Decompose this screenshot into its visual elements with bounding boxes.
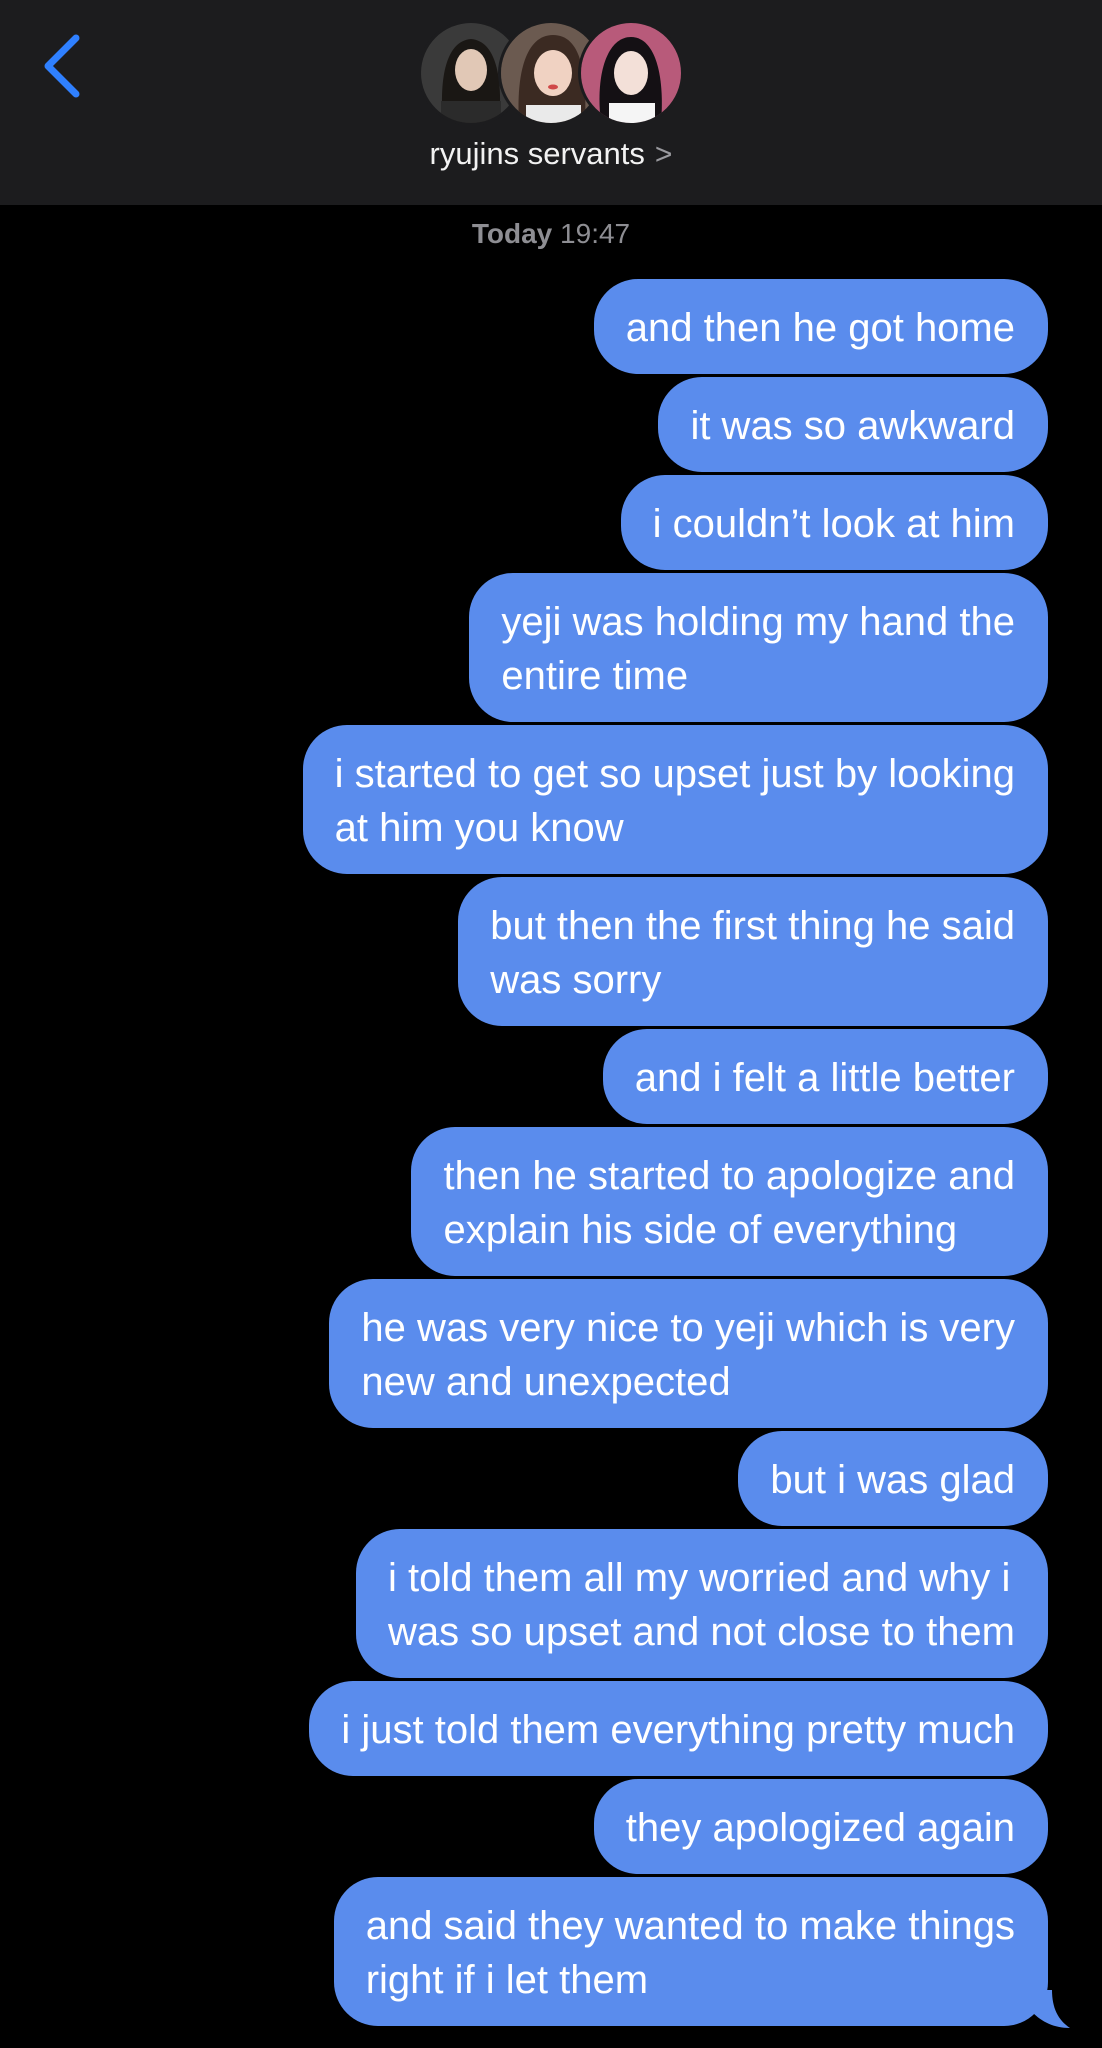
message-bubble[interactable]: yeji was holding my hand the entire time [469,573,1048,722]
group-name-label: ryujins servants [429,136,645,171]
message-timestamp: Today 19:47 [0,218,1102,250]
group-avatars[interactable] [418,20,688,128]
message-bubble[interactable]: i started to get so upset just by lookin… [302,725,1048,874]
timestamp-time: 19:47 [560,218,631,249]
message-bubble[interactable]: and then he got home [593,279,1048,374]
message-bubble[interactable]: he was very nice to yeji which is very n… [329,1279,1048,1428]
message-bubble[interactable]: then he started to apologize and explain… [411,1127,1048,1276]
message-bubble[interactable]: i told them all my worried and why i was… [355,1529,1048,1678]
message-bubble[interactable]: and said they wanted to make things righ… [333,1877,1048,2026]
message-bubble[interactable]: but i was glad [738,1431,1048,1526]
message-bubble[interactable]: and i felt a little better [602,1029,1048,1124]
message-bubble[interactable]: i just told them everything pretty much [309,1681,1048,1776]
message-bubble[interactable]: but then the first thing he said was sor… [458,877,1048,1026]
timestamp-day: Today [471,218,553,249]
conversation-header: ryujins servants > [0,0,1102,205]
chevron-left-icon [44,34,80,98]
message-bubble[interactable]: i couldn’t look at him [620,475,1048,570]
avatar [578,20,684,126]
group-name[interactable]: ryujins servants > [0,136,1102,172]
message-bubble[interactable]: it was so awkward [658,377,1048,472]
bubble-tail [1032,1990,1070,2028]
chevron-right-icon: > [654,138,673,171]
message-bubble[interactable]: they apologized again [593,1779,1048,1874]
back-button[interactable] [36,30,96,100]
